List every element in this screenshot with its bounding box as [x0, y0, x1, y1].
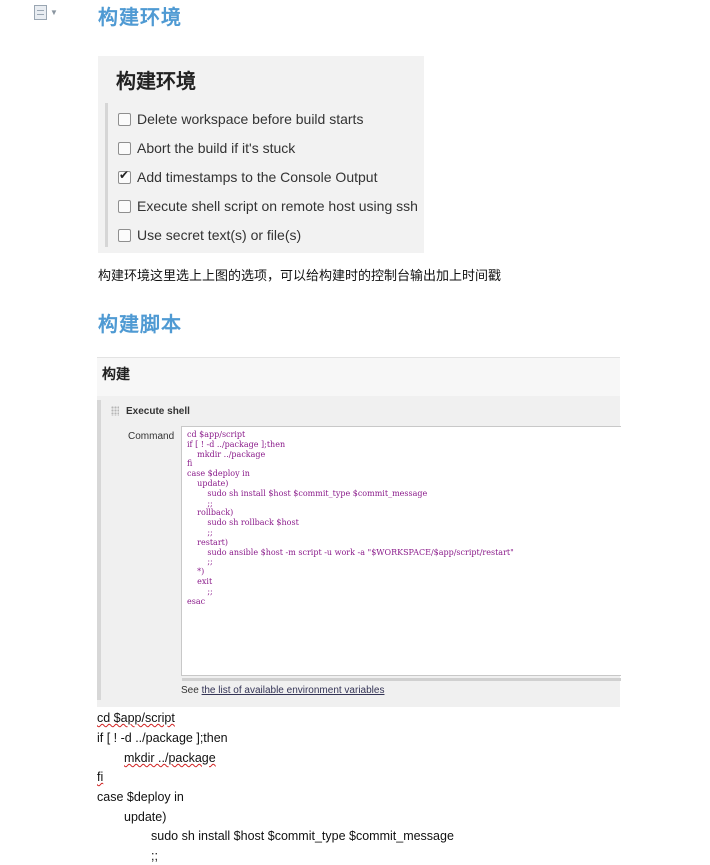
code-line: ;; — [187, 557, 213, 567]
option-label: Execute shell script on remote host usin… — [137, 198, 418, 214]
plain-code-line: sudo sh install $host $commit_type $comm… — [151, 829, 454, 843]
code-line: if [ ! -d ../package ];then — [187, 439, 286, 449]
code-line: sudo sh rollback $host — [187, 518, 299, 528]
plain-code-line: fi — [97, 770, 104, 784]
code-line: rollback) — [187, 508, 234, 518]
code-line: exit — [187, 576, 213, 586]
section-rail — [105, 103, 108, 247]
heading-build-environment: 构建环境 — [98, 7, 182, 29]
code-line: fi — [187, 459, 193, 469]
panel-header: 构建 — [97, 358, 620, 396]
option-label: Add timestamps to the Console Output — [137, 169, 378, 185]
code-line: ;; — [187, 586, 213, 596]
option-remote-ssh[interactable]: Execute shell script on remote host usin… — [118, 196, 418, 216]
panel-title: 构建环境 — [116, 71, 196, 93]
checkbox-checked[interactable] — [118, 168, 131, 184]
panel-title: 构建 — [102, 366, 130, 382]
step-title: Execute shell — [126, 406, 190, 417]
plain-code-line: ;; — [151, 849, 158, 863]
code-line: esac — [187, 596, 206, 606]
plain-code-line: case $deploy in — [97, 790, 184, 804]
section-rail — [97, 400, 101, 700]
build-shell-screenshot: 构建 Execute shell Command cd $app/script … — [97, 357, 621, 707]
code-line: update) — [187, 478, 229, 488]
command-label: Command — [128, 431, 175, 442]
option-add-timestamps[interactable]: Add timestamps to the Console Output — [118, 167, 377, 187]
plain-code-line: update) — [124, 810, 167, 824]
checkbox[interactable] — [118, 141, 131, 155]
code-line: mkdir ../package — [187, 449, 266, 459]
heading-build-script: 构建脚本 — [98, 314, 182, 336]
checkbox[interactable] — [118, 228, 131, 242]
code-line: ;; — [187, 527, 213, 537]
see-prefix: See — [181, 685, 199, 696]
caption-build-environment: 构建环境这里选上上图的选项，可以给构建时的控制台输出加上时间戳 — [98, 268, 502, 283]
code-lines: cd $app/script if [ ! -d ../package ];th… — [187, 430, 514, 606]
build-step: Execute shell Command cd $app/script if … — [97, 396, 621, 707]
document-icon[interactable]: ▼ — [34, 5, 58, 21]
checkbox[interactable] — [118, 112, 131, 126]
code-line: cd $app/script — [187, 430, 246, 439]
option-secret-text[interactable]: Use secret text(s) or file(s) — [118, 225, 301, 245]
env-vars-note: See the list of available environment va… — [181, 685, 384, 696]
option-label: Abort the build if it's stuck — [137, 140, 296, 156]
option-label: Delete workspace before build starts — [137, 111, 364, 127]
textarea-resize-bar[interactable] — [182, 678, 621, 681]
option-label: Use secret text(s) or file(s) — [137, 227, 302, 243]
command-textarea[interactable]: cd $app/script if [ ! -d ../package ];th… — [181, 426, 621, 681]
drag-handle-icon[interactable] — [111, 406, 119, 416]
checkbox[interactable] — [118, 199, 131, 213]
plain-code-line: if [ ! -d ../package ];then — [97, 731, 228, 745]
plain-code-line: cd $app/script — [97, 711, 175, 725]
code-line: sudo ansible $host -m script -u work -a … — [187, 547, 514, 557]
code-line: sudo sh install $host $commit_type $comm… — [187, 488, 428, 498]
env-vars-link[interactable]: the list of available environment variab… — [202, 685, 385, 696]
code-line: case $deploy in — [187, 469, 250, 479]
option-abort-stuck[interactable]: Abort the build if it's stuck — [118, 138, 295, 158]
code-line: *) — [187, 567, 205, 577]
code-line: ;; — [187, 498, 213, 508]
build-environment-screenshot: 构建环境 Delete workspace before build start… — [98, 56, 424, 253]
plain-code-line: mkdir ../package — [124, 751, 216, 765]
option-delete-workspace[interactable]: Delete workspace before build starts — [118, 109, 363, 129]
code-line: restart) — [187, 537, 228, 547]
